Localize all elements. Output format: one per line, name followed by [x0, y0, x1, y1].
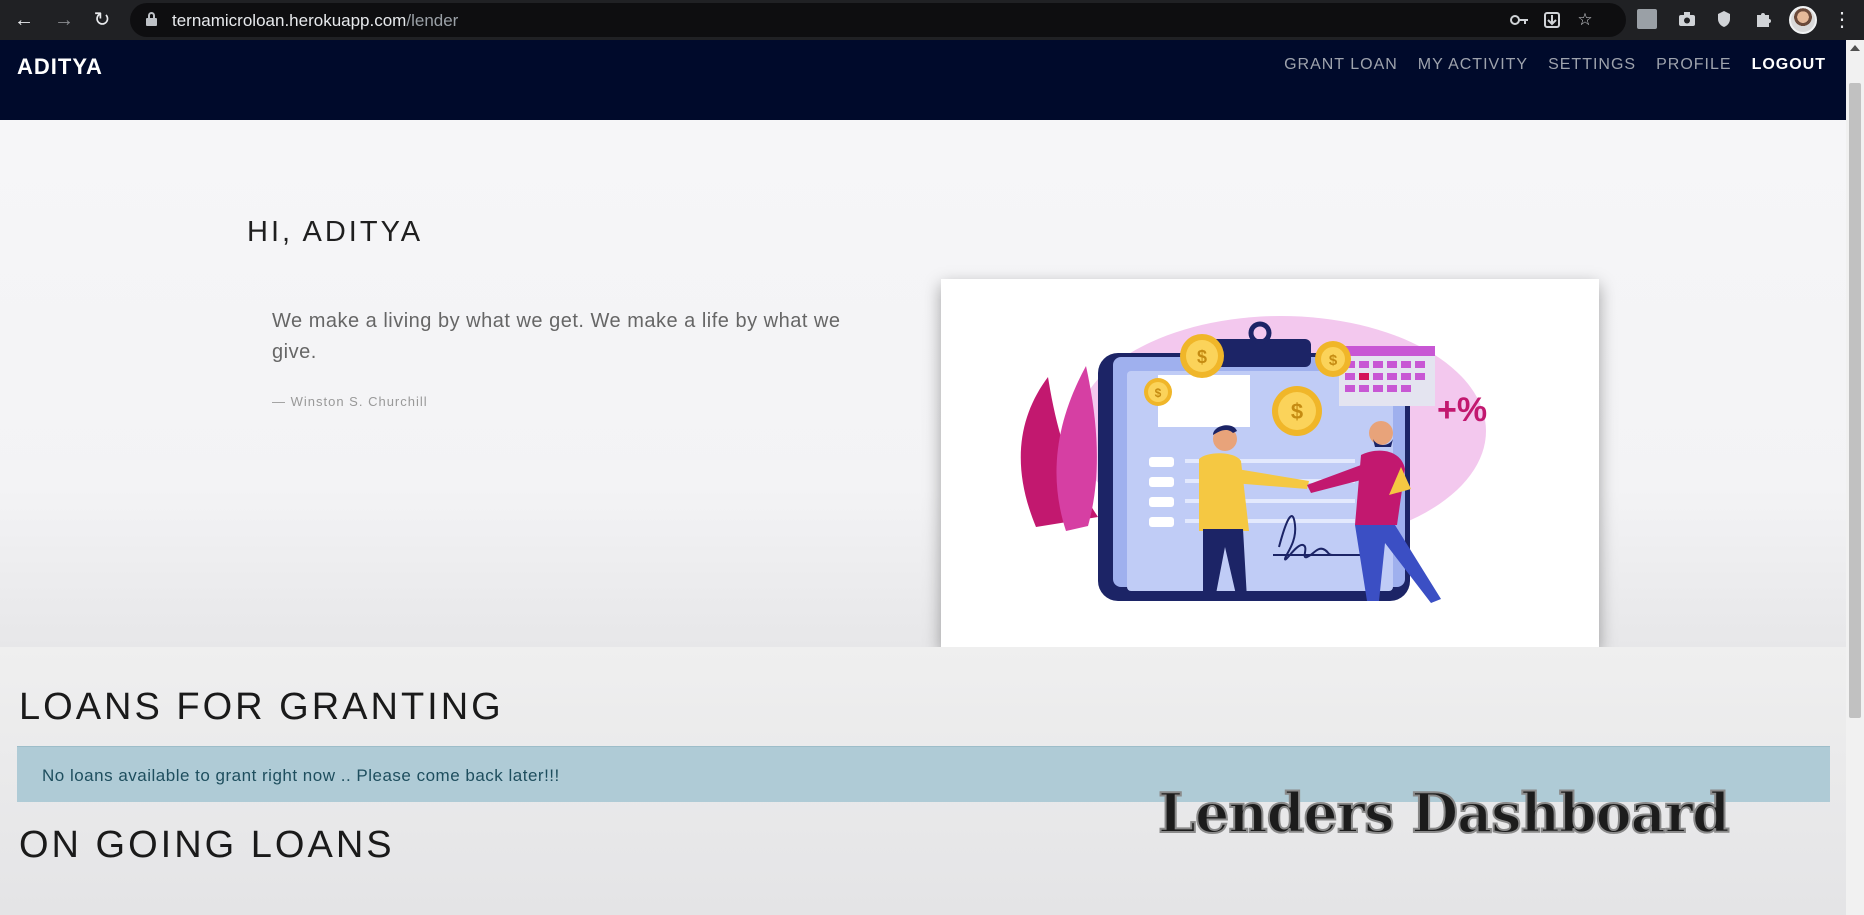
no-loans-message: No loans available to grant right now ..… [42, 766, 560, 785]
quote-text: We make a living by what we get. We make… [272, 310, 841, 363]
quote-citation: — Winston S. Churchill [272, 394, 428, 409]
ongoing-loans-heading: ON GOING LOANS [19, 824, 395, 866]
nav-my-activity[interactable]: MY ACTIVITY [1418, 56, 1528, 74]
loans-for-granting-heading: LOANS FOR GRANTING [19, 686, 504, 728]
svg-text:+%: +% [1437, 391, 1487, 429]
reload-icon[interactable]: ↻ [88, 6, 116, 34]
nav-grant-loan[interactable]: GRANT LOAN [1284, 56, 1398, 74]
forward-icon[interactable]: → [50, 6, 78, 34]
puzzle-icon[interactable] [1752, 8, 1774, 30]
address-bar[interactable]: ternamicroloan.herokuapp.com/lender ☆ [130, 3, 1626, 37]
kebab-menu-icon[interactable]: ⋮ [1832, 6, 1852, 34]
loan-handshake-illustration: $ $ $ $ +% [941, 279, 1599, 648]
scroll-up-arrow-icon[interactable] [1850, 45, 1860, 51]
svg-text:$: $ [1329, 352, 1338, 369]
back-icon[interactable]: ← [10, 6, 38, 34]
video-overlay-caption: Lenders Dashboard [1157, 780, 1731, 846]
camera-icon[interactable] [1676, 8, 1698, 30]
nav-logout[interactable]: LOGOUT [1752, 56, 1826, 74]
hero-section: HI, ADITYA We make a living by what we g… [0, 120, 1846, 648]
browser-toolbar: ← → ↻ ternamicroloan.herokuapp.com/lende… [0, 0, 1864, 40]
page-scrollbar[interactable] [1846, 40, 1864, 915]
extension-icon[interactable] [1637, 9, 1657, 29]
svg-text:$: $ [1291, 399, 1303, 424]
key-icon[interactable] [1508, 9, 1530, 31]
shield-extension-icon[interactable] [1713, 8, 1735, 30]
nav-profile[interactable]: PROFILE [1656, 56, 1731, 74]
url-text[interactable]: ternamicroloan.herokuapp.com/lender [172, 11, 458, 31]
svg-text:$: $ [1155, 386, 1162, 400]
nav-links: GRANT LOAN MY ACTIVITY SETTINGS PROFILE … [1284, 56, 1846, 74]
svg-text:$: $ [1197, 347, 1207, 367]
brand-name[interactable]: ADITYA [17, 54, 103, 80]
scrollbar-thumb[interactable] [1849, 83, 1861, 718]
profile-avatar[interactable] [1789, 6, 1817, 34]
bookmark-star-icon[interactable]: ☆ [1574, 9, 1596, 31]
page-title: HI, ADITYA [247, 216, 424, 248]
nav-settings[interactable]: SETTINGS [1548, 56, 1636, 74]
install-icon[interactable] [1541, 9, 1563, 31]
lock-icon[interactable] [146, 12, 157, 26]
site-navbar: ADITYA GRANT LOAN MY ACTIVITY SETTINGS P… [0, 40, 1846, 120]
